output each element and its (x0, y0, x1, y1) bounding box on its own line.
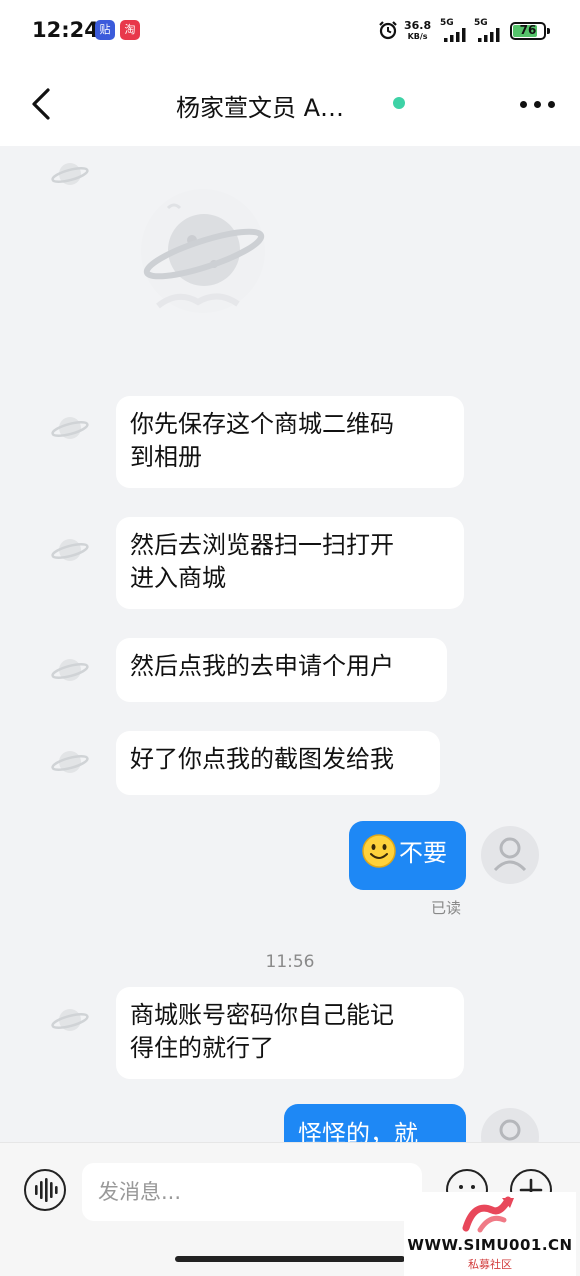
watermark-subtitle: 私募社区 (468, 1258, 512, 1271)
message-text: 商城账号密码你自己能记 得住的就行了 (130, 1001, 394, 1062)
voice-input-button[interactable] (24, 1169, 66, 1211)
message-text: 然后去浏览器扫一扫打开 进入商城 (130, 531, 394, 592)
network-speed: 36.8 KB/s (404, 19, 432, 41)
message-text: 不要 (399, 839, 447, 867)
notification-badge-1: 贴 (95, 20, 115, 40)
site-watermark: WWW.SIMU001.CN 私募社区 (404, 1192, 576, 1276)
contact-avatar[interactable] (50, 742, 90, 782)
message-bubble[interactable]: 你先保存这个商城二维码 到相册 (116, 396, 464, 488)
message-bubble[interactable]: 然后点我的去申请个用户 (116, 638, 447, 702)
message-input[interactable] (82, 1163, 422, 1221)
my-avatar[interactable] (481, 826, 539, 884)
read-receipt: 已读 (431, 899, 462, 917)
user-silhouette-icon (499, 1119, 521, 1141)
back-arrow-icon[interactable] (24, 84, 58, 124)
message-text: 怪怪的，就 (298, 1120, 418, 1142)
alarm-icon (379, 21, 397, 40)
message-text: 然后点我的去申请个用户 (130, 652, 394, 680)
message-timestamp: 11:56 (265, 952, 315, 972)
contact-avatar[interactable] (50, 408, 90, 448)
signal-bars-icon (478, 28, 500, 42)
more-options-button[interactable] (518, 90, 558, 118)
signal-bars-icon (444, 28, 466, 42)
contact-avatar[interactable] (50, 154, 90, 194)
smiley-face-emoji-icon (362, 834, 396, 868)
planet-image-message[interactable] (138, 186, 268, 316)
status-bar: 12:24 贴 淘 36.8 KB/s 5G 5G 76 (0, 0, 580, 64)
online-status-dot (393, 97, 405, 109)
message-text: 你先保存这个商城二维码 到相册 (130, 410, 394, 471)
home-indicator[interactable] (175, 1256, 405, 1262)
contact-avatar[interactable] (50, 650, 90, 690)
watermark-logo (462, 1196, 514, 1233)
battery-indicator: 76 (510, 22, 550, 40)
my-avatar[interactable] (481, 1108, 539, 1142)
message-list[interactable]: 你先保存这个商城二维码 到相册 然后去浏览器扫一扫打开 进入商城 然后点我的去申… (0, 146, 580, 1142)
chat-header: 杨家萱文员 A… (0, 64, 580, 146)
contact-avatar[interactable] (50, 530, 90, 570)
sound-wave-icon (35, 1178, 58, 1202)
outgoing-message-bubble[interactable]: 不要 (349, 821, 466, 890)
message-bubble[interactable]: 好了你点我的截图发给我 (116, 731, 440, 795)
outgoing-message-bubble[interactable]: 怪怪的，就 (284, 1104, 466, 1142)
watermark-site: WWW.SIMU001.CN (407, 1236, 573, 1254)
user-silhouette-icon (493, 837, 527, 872)
clock: 12:24 (32, 18, 99, 42)
message-text: 好了你点我的截图发给我 (130, 745, 394, 773)
contact-avatar[interactable] (50, 1000, 90, 1040)
chat-title[interactable]: 杨家萱文员 A… (176, 88, 344, 123)
message-bubble[interactable]: 然后去浏览器扫一扫打开 进入商城 (116, 517, 464, 609)
notification-badge-2: 淘 (120, 20, 140, 40)
message-bubble[interactable]: 商城账号密码你自己能记 得住的就行了 (116, 987, 464, 1079)
